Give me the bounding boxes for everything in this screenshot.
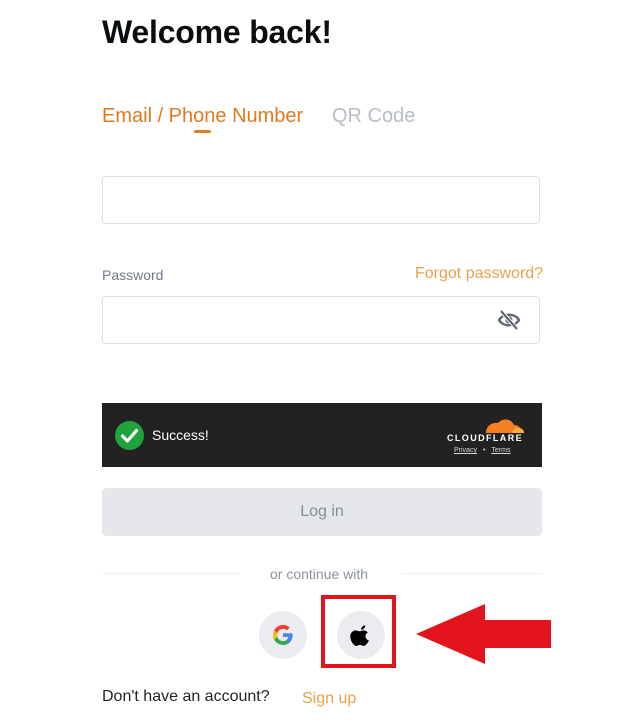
page-title: Welcome back! (102, 14, 332, 50)
arrow-left-icon (416, 604, 551, 664)
success-check-icon (115, 421, 144, 450)
captcha-links: Privacy • Terms (454, 447, 510, 454)
captcha-widget: Success! CLOUDFLARE Privacy • Terms (102, 403, 542, 467)
captcha-status: Success! (152, 427, 209, 443)
no-account-text: Don't have an account? (102, 688, 270, 705)
forgot-password-link[interactable]: Forgot password? (415, 265, 543, 283)
cloudflare-logo-text: CLOUDFLARE (447, 433, 523, 443)
link-separator: • (482, 447, 486, 454)
google-icon (272, 624, 293, 645)
highlight-box (321, 595, 396, 668)
active-tab-indicator (194, 130, 211, 133)
or-continue-with-text: or continue with (270, 566, 369, 582)
password-input[interactable] (102, 296, 540, 344)
divider-right (402, 573, 542, 574)
eye-slash-icon[interactable] (497, 309, 521, 331)
divider-left (102, 573, 240, 574)
sign-up-link[interactable]: Sign up (302, 690, 356, 708)
email-phone-input[interactable] (102, 176, 540, 224)
password-label: Password (102, 267, 164, 283)
login-button[interactable]: Log in (102, 488, 542, 536)
terms-link[interactable]: Terms (491, 447, 510, 454)
privacy-link[interactable]: Privacy (454, 447, 477, 454)
tab-qr-code[interactable]: QR Code (332, 104, 415, 128)
google-login-button[interactable] (259, 611, 307, 659)
tab-email-phone[interactable]: Email / Phone Number (102, 104, 303, 128)
